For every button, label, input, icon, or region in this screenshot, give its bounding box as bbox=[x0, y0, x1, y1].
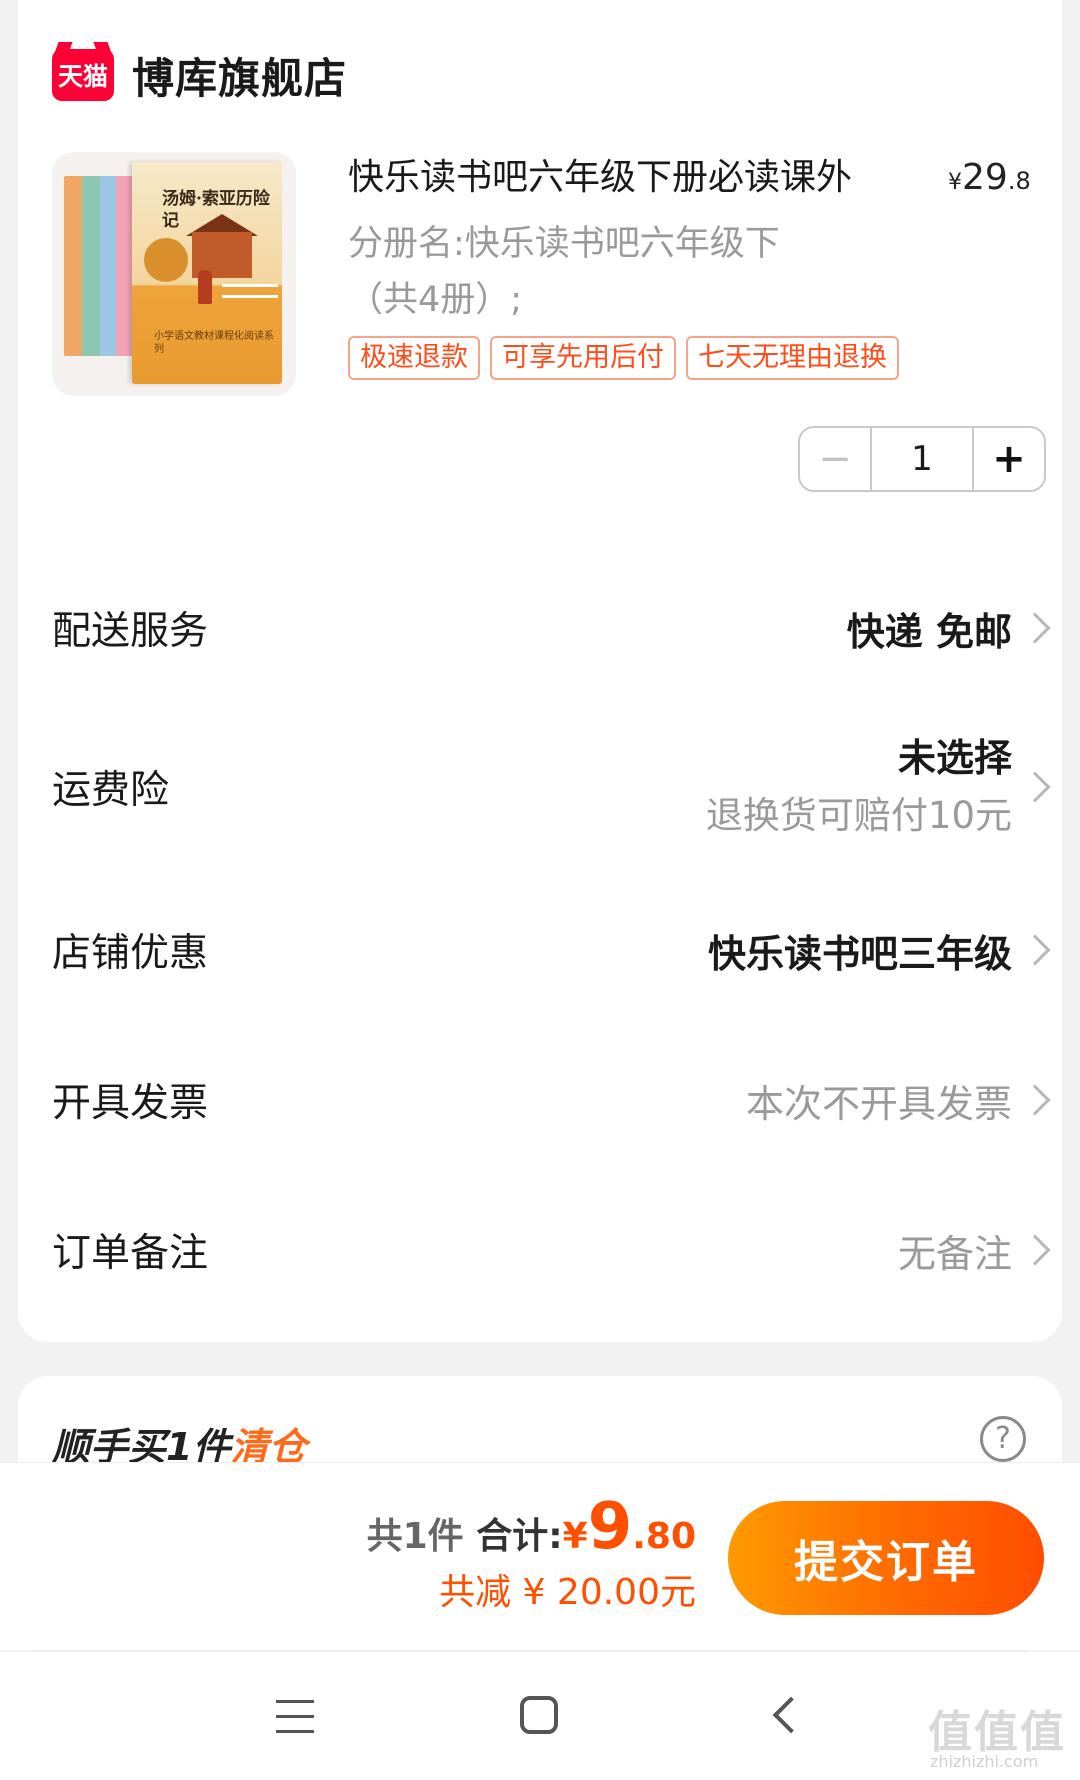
chevron-right-icon bbox=[1019, 1234, 1051, 1266]
total-label: 合计: bbox=[476, 1516, 563, 1557]
product-title[interactable]: 快乐读书吧六年级下册必读课外 bbox=[348, 150, 928, 206]
price-decimal: .8 bbox=[1007, 167, 1031, 195]
cover-title: 汤姆·索亚历险记 bbox=[162, 189, 270, 231]
order-card: 天猫 博库旗舰店 汤姆·索亚历险记 小学语文教材课程化阅读系列 快乐读书吧六年级… bbox=[18, 0, 1062, 1342]
invoice-label: 开具发票 bbox=[52, 1081, 209, 1126]
decrease-quantity-button[interactable]: − bbox=[800, 428, 872, 490]
shop-coupon-label: 店铺优惠 bbox=[52, 931, 209, 976]
shop-coupon-value: 快乐读书吧三年级 bbox=[707, 931, 1012, 976]
order-remark-row[interactable]: 订单备注 无备注 bbox=[52, 1210, 1051, 1290]
cover-tree bbox=[144, 238, 188, 282]
menu-icon[interactable] bbox=[276, 1700, 314, 1734]
price-integer: 29 bbox=[962, 157, 1008, 198]
item-count: 共1件 bbox=[366, 1516, 464, 1557]
shop-name[interactable]: 博库旗舰店 bbox=[132, 45, 347, 106]
order-summary: 共1件 合计:¥9.80 共减 ¥ 20.00元 bbox=[366, 1495, 696, 1619]
sku-info[interactable]: 分册名:快乐读书吧六年级下 （共4册）; bbox=[348, 216, 868, 328]
help-icon[interactable]: ? bbox=[980, 1416, 1026, 1462]
order-remark-label: 订单备注 bbox=[52, 1231, 209, 1276]
order-remark-value: 无备注 bbox=[897, 1231, 1012, 1276]
total-integer: 9 bbox=[587, 1490, 633, 1564]
chevron-right-icon bbox=[1019, 612, 1051, 644]
invoice-value: 本次不开具发票 bbox=[745, 1081, 1012, 1126]
total-decimal: .80 bbox=[632, 1516, 696, 1557]
sku-line: 分册名:快乐读书吧六年级下 bbox=[348, 224, 780, 264]
shipping-insurance-sub: 退换货可赔付10元 bbox=[705, 794, 1012, 837]
chevron-right-icon bbox=[1019, 771, 1051, 803]
delivery-value: 快递 免邮 bbox=[846, 609, 1012, 654]
shop-header[interactable]: 天猫 博库旗舰店 bbox=[52, 48, 347, 103]
shipping-insurance-value: 未选择 bbox=[897, 736, 1012, 780]
checkout-bar: 共1件 合计:¥9.80 共减 ¥ 20.00元 提交订单 bbox=[0, 1462, 1080, 1650]
watermark: 值值值 bbox=[928, 1707, 1066, 1758]
quantity-stepper: − 1 + bbox=[798, 426, 1046, 492]
watermark-url: zhizhizhi.com bbox=[930, 1752, 1039, 1771]
shipping-insurance-row[interactable]: 运费险 未选择 退换货可赔付10元 bbox=[52, 724, 1051, 850]
total-price: ¥9.80 bbox=[562, 1495, 696, 1559]
system-nav-bar: 值值值 zhizhizhi.com bbox=[0, 1652, 1080, 1780]
service-tags: 极速退款 可享先用后付 七天无理由退换 bbox=[348, 336, 899, 380]
tag-fast-refund: 极速退款 bbox=[348, 336, 480, 380]
tag-pay-later: 可享先用后付 bbox=[490, 336, 676, 380]
shop-coupon-row[interactable]: 店铺优惠 快乐读书吧三年级 bbox=[52, 910, 1051, 990]
cover-subtitle: 小学语文教材课程化阅读系列 bbox=[154, 331, 274, 355]
increase-quantity-button[interactable]: + bbox=[972, 428, 1044, 490]
delivery-row[interactable]: 配送服务 快递 免邮 bbox=[52, 588, 1051, 668]
product-image[interactable]: 汤姆·索亚历险记 小学语文教材课程化阅读系列 bbox=[52, 152, 296, 396]
quantity-input[interactable]: 1 bbox=[872, 428, 972, 490]
delivery-label: 配送服务 bbox=[52, 609, 209, 654]
total-currency: ¥ bbox=[562, 1516, 588, 1557]
book-cover: 汤姆·索亚历险记 小学语文教材课程化阅读系列 bbox=[132, 162, 282, 384]
shipping-insurance-label: 运费险 bbox=[52, 768, 170, 813]
chevron-right-icon bbox=[1019, 1084, 1051, 1116]
discount-total[interactable]: 共减 ¥ 20.00元 bbox=[367, 1567, 696, 1619]
tag-seven-day-return: 七天无理由退换 bbox=[686, 336, 899, 380]
product-price: ¥29.8 bbox=[948, 150, 1048, 211]
cover-boy bbox=[198, 270, 212, 304]
tmall-logo-icon: 天猫 bbox=[52, 49, 114, 101]
invoice-row[interactable]: 开具发票 本次不开具发票 bbox=[52, 1060, 1051, 1140]
cover-fence bbox=[222, 284, 278, 298]
price-symbol: ¥ bbox=[948, 170, 962, 195]
home-icon[interactable] bbox=[520, 1696, 558, 1734]
submit-order-button[interactable]: 提交订单 bbox=[728, 1501, 1044, 1615]
chevron-right-icon bbox=[1019, 934, 1051, 966]
sku-line: （共4册）; bbox=[348, 280, 523, 320]
back-icon[interactable] bbox=[772, 1696, 810, 1734]
